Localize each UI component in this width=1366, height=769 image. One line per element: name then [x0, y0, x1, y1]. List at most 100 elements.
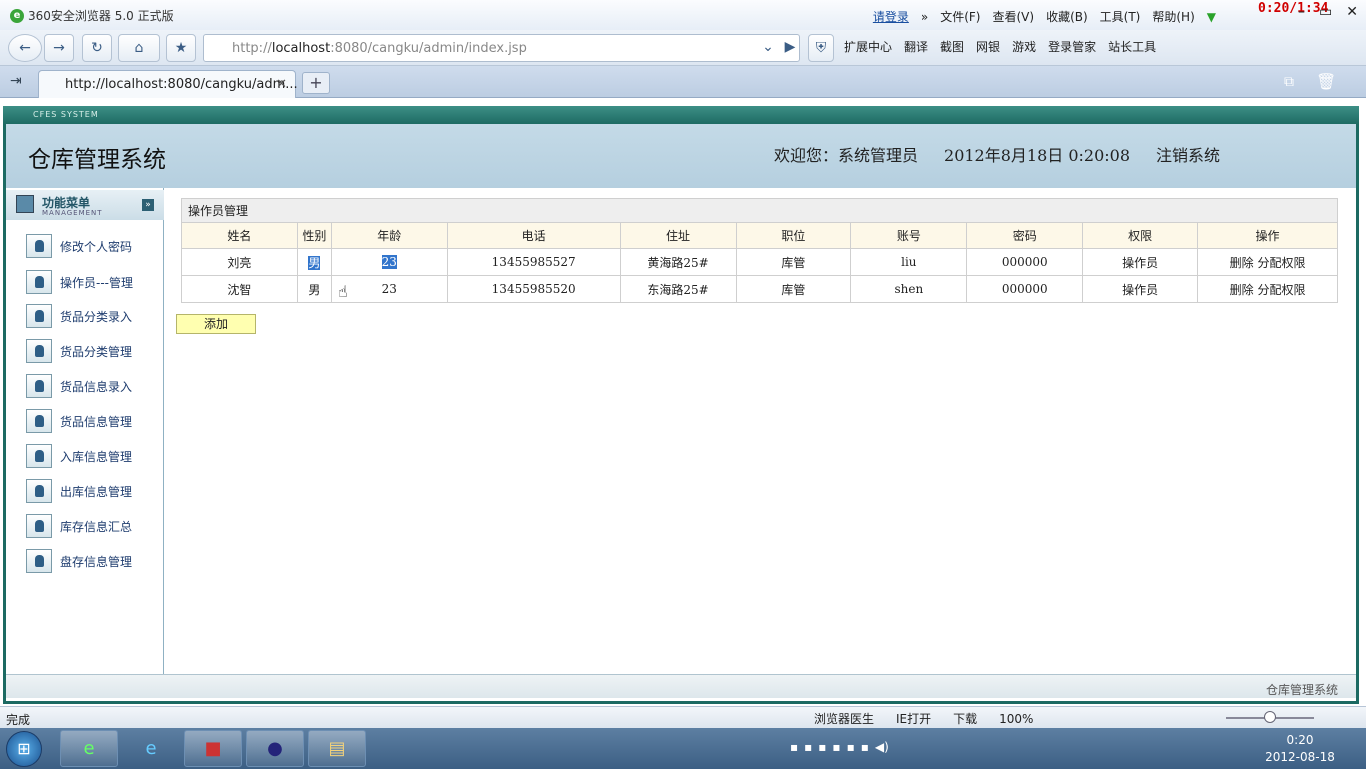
sidebar-toggle-icon[interactable]: ⇥ — [10, 73, 22, 89]
zoom-level[interactable]: 100% — [999, 712, 1033, 726]
assign-permission-link[interactable]: 分配权限 — [1257, 256, 1305, 270]
shirt-icon[interactable]: ▼ — [1207, 10, 1216, 24]
assign-permission-link[interactable]: 分配权限 — [1257, 283, 1305, 297]
translate-button[interactable]: 翻译 — [904, 38, 928, 55]
tab-active[interactable]: http://localhost:8080/cangku/adm... ✕ — [38, 70, 298, 98]
close-icon[interactable]: ✕ — [1346, 4, 1358, 20]
tray-icon[interactable]: ▪ — [790, 740, 798, 754]
screenshot-button[interactable]: 截图 — [940, 38, 964, 55]
menu-file[interactable]: 文件(F) — [940, 8, 980, 25]
home-icon: ⌂ — [134, 40, 144, 56]
volume-icon[interactable]: ◀) — [875, 740, 889, 754]
app-footer: 仓库管理系统 — [6, 674, 1356, 698]
menu-favorites[interactable]: 收藏(B) — [1046, 8, 1088, 25]
tray-icon[interactable]: ▪ — [861, 740, 869, 754]
tray-icon[interactable]: ▪ — [847, 740, 855, 754]
taskbar-360-browser[interactable]: e — [60, 730, 118, 767]
sidebar-item-category-management[interactable]: 货品分类管理 — [26, 337, 132, 365]
shield-icon[interactable]: ⛨ — [808, 34, 834, 62]
start-button[interactable]: ⊞ — [6, 731, 42, 767]
taskbar-ie[interactable]: e — [122, 730, 180, 767]
tray-icon[interactable]: ▪ — [832, 740, 840, 754]
cell-password: 000000 — [966, 248, 1084, 276]
new-tab-button[interactable]: + — [302, 72, 330, 94]
menu-help[interactable]: 帮助(H) — [1152, 8, 1194, 25]
zoom-slider-thumb[interactable] — [1264, 711, 1276, 723]
delete-link[interactable]: 删除 — [1230, 283, 1254, 297]
user-icon — [26, 304, 52, 328]
welcome-area: 欢迎您：系统管理员 2012年8月18日 0:20:08 注销系统 — [774, 142, 1220, 166]
webmaster-tools-button[interactable]: 站长工具 — [1108, 38, 1156, 55]
browser-title-text: 360安全浏览器 5.0 正式版 — [28, 9, 174, 23]
address-dropdown-icon[interactable]: ⌄ — [758, 34, 778, 62]
password-manager-button[interactable]: 登录管家 — [1048, 38, 1096, 55]
menu-view[interactable]: 查看(V) — [992, 8, 1034, 25]
extensions-button[interactable]: 扩展中心 — [844, 38, 892, 55]
url-text[interactable]: http://localhost:8080/cangku/admin/index… — [232, 41, 527, 56]
double-chevron-icon: » — [920, 9, 929, 24]
cell-password: 000000 — [966, 275, 1084, 303]
tab-bar: ⇥ http://localhost:8080/cangku/adm... ✕ … — [0, 66, 1366, 98]
back-arrow-icon: ← — [19, 40, 31, 56]
taskbar-toolbox[interactable]: ■ — [184, 730, 242, 767]
sidebar-item-outbound-management[interactable]: 出库信息管理 — [26, 477, 132, 505]
eclipse-icon: ● — [267, 738, 283, 759]
restore-icon[interactable]: ▭ — [1319, 4, 1332, 20]
user-icon — [26, 409, 52, 433]
logout-link[interactable]: 注销系统 — [1156, 142, 1220, 166]
tab-restore-icon[interactable]: ⧉ — [1284, 74, 1294, 90]
bank-button[interactable]: 网银 — [976, 38, 1000, 55]
table-row: 刘亮 男 23 13455985527 黄海路25# 库管 liu 000000… — [181, 248, 1338, 276]
cell-actions: 删除 分配权限 — [1197, 275, 1338, 303]
user-icon — [26, 339, 52, 363]
sidebar-item-label: 货品分类管理 — [60, 344, 133, 359]
cell-age: 23 — [330, 248, 448, 276]
download-button[interactable]: 下载 — [953, 710, 977, 727]
menu-book-icon — [16, 195, 34, 213]
sidebar-item-goods-entry[interactable]: 货品信息录入 — [26, 372, 132, 400]
url-host: localhost — [271, 40, 331, 56]
tray-icon[interactable]: ▪ — [818, 740, 826, 754]
sidebar-item-category-entry[interactable]: 货品分类录入 — [26, 302, 132, 330]
cell-account: shen — [850, 275, 968, 303]
sidebar: 功能菜单 MANAGEMENT » 修改个人密码 操作员---管理 货品分类录入… — [6, 188, 164, 674]
app-header: 仓库管理系统 欢迎您：系统管理员 2012年8月18日 0:20:08 注销系统 — [6, 124, 1356, 188]
status-tools: 浏览器医生 IE打开 下载 100% — [814, 710, 1033, 727]
taskbar-eclipse[interactable]: ● — [246, 730, 304, 767]
delete-link[interactable]: 删除 — [1230, 256, 1254, 270]
add-button[interactable]: 添加 — [176, 314, 256, 334]
favorite-button[interactable]: ★ — [166, 34, 196, 62]
login-link[interactable]: 请登录 — [873, 8, 909, 25]
home-button[interactable]: ⌂ — [118, 34, 160, 62]
system-bar: CFES SYSTEM — [3, 106, 1359, 124]
col-header: 职位 — [735, 222, 852, 249]
menu-tools[interactable]: 工具(T) — [1100, 8, 1141, 25]
taskbar-clock[interactable]: 0:20 2012-08-18 — [1262, 732, 1338, 766]
sidebar-subheading: MANAGEMENT — [42, 209, 103, 217]
status-text: 完成 — [6, 713, 31, 727]
ie-open-button[interactable]: IE打开 — [896, 710, 931, 727]
back-button[interactable]: ← — [8, 34, 42, 62]
refresh-button[interactable]: ↻ — [82, 34, 112, 62]
clock-date: 2012-08-18 — [1265, 750, 1335, 764]
browser-doctor-button[interactable]: 浏览器医生 — [814, 710, 874, 727]
go-icon[interactable]: ▶ — [780, 34, 800, 62]
tab-close-icon[interactable]: ✕ — [276, 71, 287, 98]
sidebar-item-operator-management[interactable]: 操作员---管理 — [26, 268, 133, 296]
sidebar-item-inbound-management[interactable]: 入库信息管理 — [26, 442, 132, 470]
forward-button[interactable]: → — [44, 34, 74, 62]
sidebar-item-stock-summary[interactable]: 库存信息汇总 — [26, 512, 132, 540]
collapse-icon[interactable]: » — [142, 199, 154, 211]
tray-icon[interactable]: ▪ — [804, 740, 812, 754]
forward-arrow-icon: → — [53, 40, 65, 56]
address-bar[interactable]: http://localhost:8080/cangku/admin/index… — [203, 34, 800, 62]
selected-gender: 男 — [308, 255, 321, 270]
taskbar-explorer[interactable]: ▤ — [308, 730, 366, 767]
minimize-icon[interactable]: – — [1298, 4, 1305, 20]
cell-phone: 13455985527 — [446, 248, 621, 276]
sidebar-item-inventory-check[interactable]: 盘存信息管理 — [26, 547, 132, 575]
games-button[interactable]: 游戏 — [1012, 38, 1036, 55]
sidebar-item-change-password[interactable]: 修改个人密码 — [26, 232, 132, 260]
trash-icon[interactable]: 🗑 — [1316, 72, 1336, 91]
sidebar-item-goods-management[interactable]: 货品信息管理 — [26, 407, 132, 435]
